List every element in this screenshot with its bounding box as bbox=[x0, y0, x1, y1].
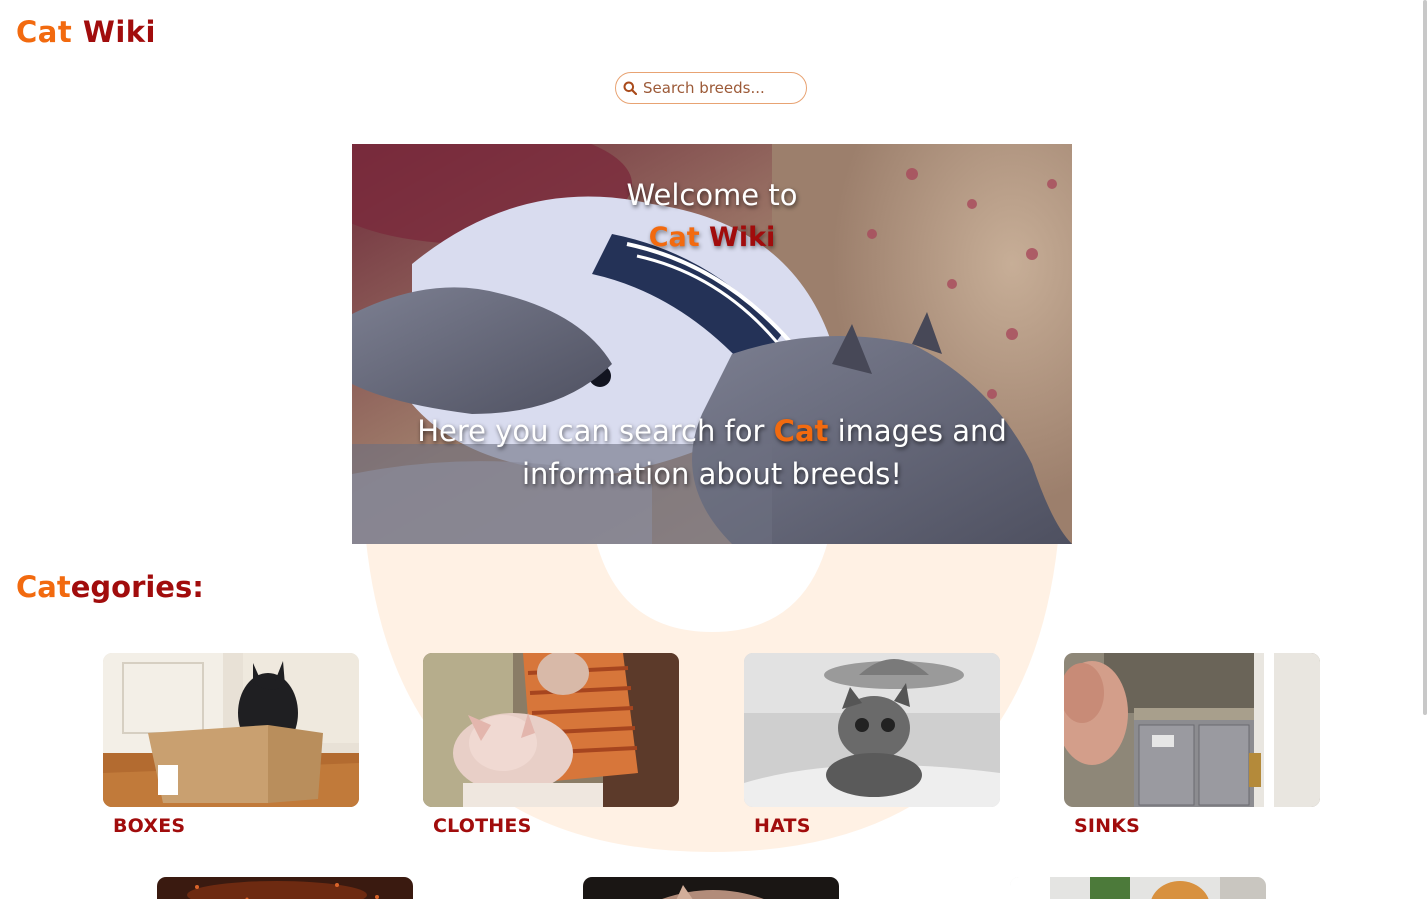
category-card-sunglasses[interactable] bbox=[583, 877, 839, 899]
category-thumbnail-clothes bbox=[423, 653, 679, 807]
category-label-boxes: BOXES bbox=[113, 815, 186, 837]
category-label-hats: HATS bbox=[754, 815, 811, 837]
category-card-space[interactable] bbox=[157, 877, 413, 899]
category-label-clothes: CLOTHES bbox=[433, 815, 532, 837]
hero-brand: Cat Wiki bbox=[352, 222, 1072, 253]
category-card-clothes[interactable]: CLOTHES bbox=[423, 653, 679, 837]
category-thumbnail-sinks bbox=[1064, 653, 1320, 807]
category-thumbnail-hats bbox=[744, 653, 1000, 807]
search-input[interactable] bbox=[643, 79, 793, 97]
category-thumbnail-sunglasses bbox=[583, 877, 839, 899]
site-logo[interactable]: Cat Wiki bbox=[16, 14, 156, 50]
category-thumbnail-space bbox=[157, 877, 413, 899]
category-card-boxes[interactable]: BOXES bbox=[103, 653, 359, 837]
hero-brand-wiki: Wiki bbox=[709, 222, 776, 253]
search-icon bbox=[623, 81, 637, 95]
hero-welcome-text: Welcome to bbox=[626, 178, 798, 212]
category-thumbnail-boxes bbox=[103, 653, 359, 807]
page: Cat Wiki Search breeds... Welcome to Cat… bbox=[0, 0, 1427, 899]
search-bar[interactable] bbox=[615, 72, 807, 104]
category-card-hats[interactable]: HATS bbox=[744, 653, 1000, 837]
hero-brand-cat: Cat bbox=[648, 222, 700, 253]
hero-text-highlight: Cat bbox=[773, 414, 829, 448]
categories-heading: Categories: bbox=[16, 568, 204, 606]
category-thumbnail-ties bbox=[1010, 877, 1266, 899]
categories-heading-cat: Cat bbox=[16, 570, 71, 604]
hero-description: Here you can search for Cat images and i… bbox=[392, 410, 1032, 496]
logo-part-cat: Cat bbox=[16, 15, 73, 49]
category-card-ties[interactable] bbox=[1010, 877, 1266, 899]
hero-banner: Welcome to Cat Wiki Here you can search … bbox=[352, 144, 1072, 544]
category-label-sinks: SINKS bbox=[1074, 815, 1141, 837]
categories-heading-rest: egories: bbox=[70, 570, 204, 604]
hero-text-start: Here you can search for bbox=[417, 414, 774, 448]
logo-part-wiki: Wiki bbox=[82, 15, 156, 49]
category-card-sinks[interactable]: SINKS bbox=[1064, 653, 1320, 837]
page-scrollbar[interactable] bbox=[1423, 0, 1427, 715]
